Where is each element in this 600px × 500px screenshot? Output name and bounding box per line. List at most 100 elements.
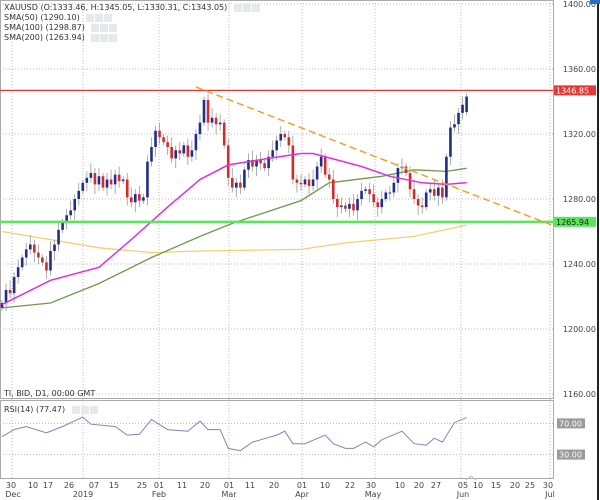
candle-down[interactable] — [291, 145, 295, 180]
candle-down[interactable] — [263, 163, 266, 169]
candle-up[interactable] — [315, 166, 319, 180]
candle-down[interactable] — [8, 290, 12, 294]
candle-up[interactable] — [392, 182, 396, 193]
candle-down[interactable] — [170, 147, 173, 159]
price-chart[interactable]: 1400.001360.001320.001280.001240.001200.… — [0, 0, 600, 500]
candle-up[interactable] — [113, 174, 117, 185]
candle-up[interactable] — [24, 249, 28, 258]
candle-down[interactable] — [206, 99, 210, 123]
candle-down[interactable] — [226, 145, 230, 178]
candle-down[interactable] — [420, 205, 424, 208]
candle-down[interactable] — [327, 174, 331, 180]
candle-up[interactable] — [53, 244, 56, 252]
candle-up[interactable] — [174, 150, 178, 159]
candle-down[interactable] — [295, 179, 299, 183]
candle-down[interactable] — [214, 117, 218, 125]
candle-down[interactable] — [376, 202, 380, 208]
candle-up[interactable] — [348, 203, 351, 209]
candle-up[interactable] — [235, 182, 238, 188]
candle-up[interactable] — [12, 277, 16, 294]
candle-down[interactable] — [352, 203, 355, 211]
candle-up[interactable] — [384, 192, 388, 200]
candle-up[interactable] — [77, 190, 81, 199]
candle-up[interactable] — [461, 104, 464, 113]
candle-up[interactable] — [360, 190, 363, 199]
candle-down[interactable] — [336, 199, 339, 208]
candle-down[interactable] — [101, 176, 105, 188]
candle-down[interactable] — [307, 179, 311, 187]
candle-up[interactable] — [303, 179, 307, 185]
candle-down[interactable] — [166, 142, 169, 147]
candle-up[interactable] — [190, 150, 194, 157]
candle-down[interactable] — [37, 252, 40, 258]
candle-up[interactable] — [89, 173, 93, 178]
candle-up[interactable] — [4, 290, 8, 303]
candle-down[interactable] — [416, 199, 420, 206]
candle-down[interactable] — [41, 257, 44, 263]
candle-up[interactable] — [424, 192, 428, 208]
candle-down[interactable] — [125, 179, 129, 198]
candle-up[interactable] — [271, 150, 274, 157]
candle-down[interactable] — [344, 205, 347, 209]
candle-up[interactable] — [154, 130, 157, 147]
candle-down[interactable] — [158, 130, 161, 138]
candle-up[interactable] — [150, 147, 153, 162]
candle-down[interactable] — [299, 182, 303, 185]
candle-down[interactable] — [412, 189, 416, 199]
candle-up[interactable] — [453, 124, 456, 128]
candle-down[interactable] — [441, 187, 444, 198]
candle-up[interactable] — [449, 127, 452, 157]
candle-up[interactable] — [142, 197, 145, 201]
candle-up[interactable] — [275, 140, 279, 151]
candle-up[interactable] — [182, 145, 186, 154]
candle-down[interactable] — [45, 262, 48, 271]
candle-up[interactable] — [437, 187, 440, 196]
candle-down[interactable] — [186, 145, 190, 157]
rsi-buttons[interactable] — [71, 405, 99, 415]
candle-down[interactable] — [222, 122, 226, 146]
candle-up[interactable] — [85, 177, 89, 183]
candle-down[interactable] — [368, 189, 371, 195]
candle-up[interactable] — [97, 176, 101, 185]
sma100-buttons[interactable] — [91, 23, 118, 33]
candle-down[interactable] — [162, 137, 165, 143]
candle-down[interactable] — [93, 173, 97, 185]
candle-up[interactable] — [198, 122, 202, 134]
candle-up[interactable] — [57, 229, 60, 245]
candle-up[interactable] — [105, 179, 109, 188]
candle-up[interactable] — [364, 189, 367, 191]
sma200-buttons[interactable] — [91, 33, 118, 43]
candle-down[interactable] — [323, 156, 327, 175]
candle-down[interactable] — [331, 179, 335, 200]
candle-up[interactable] — [356, 199, 359, 211]
candle-down[interactable] — [230, 177, 234, 188]
candle-down[interactable] — [138, 194, 141, 201]
candle-up[interactable] — [28, 244, 32, 250]
candle-up[interactable] — [194, 134, 198, 151]
candle-up[interactable] — [319, 156, 323, 167]
candle-down[interactable] — [283, 134, 287, 138]
candle-down[interactable] — [239, 182, 242, 188]
candle-up[interactable] — [457, 112, 460, 125]
candle-up[interactable] — [49, 251, 52, 271]
candle-up[interactable] — [69, 210, 72, 216]
candle-up[interactable] — [20, 257, 24, 268]
candle-up[interactable] — [428, 189, 432, 193]
candle-up[interactable] — [16, 267, 20, 277]
candle-up[interactable] — [73, 199, 77, 211]
candle-down[interactable] — [178, 150, 182, 154]
sma50-buttons[interactable] — [86, 13, 113, 23]
candle-up[interactable] — [134, 194, 137, 203]
candle-up[interactable] — [445, 156, 448, 198]
candle-down[interactable] — [33, 244, 36, 253]
candle-up[interactable] — [380, 199, 384, 208]
candle-up[interactable] — [121, 179, 125, 182]
candle-down[interactable] — [109, 179, 113, 185]
candle-down[interactable] — [117, 174, 121, 182]
candle-up[interactable] — [218, 122, 222, 125]
candle-up[interactable] — [465, 96, 468, 113]
candle-up[interactable] — [311, 179, 315, 187]
candle-up[interactable] — [396, 168, 400, 183]
candle-down[interactable] — [129, 197, 133, 203]
candle-up[interactable] — [340, 205, 343, 208]
